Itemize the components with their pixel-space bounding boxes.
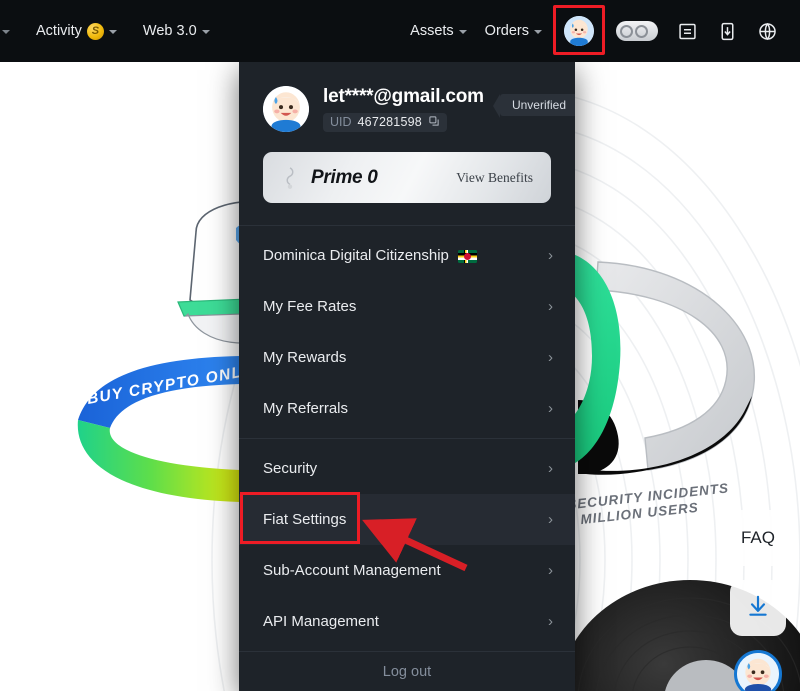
navbar-left-group: Activity S Web 3.0 [0, 22, 210, 40]
screenshot-root: BUY CRYPTO ONLY ON SECURITY INCIDENTS + … [0, 0, 800, 691]
chevron-right-icon: › [548, 298, 553, 316]
chevron-down-icon-activity [108, 30, 117, 34]
menu-item-my-fee-rates[interactable]: My Fee Rates › [239, 281, 575, 332]
uid-chip[interactable]: UID 467281598 [323, 112, 447, 132]
profile-avatar-icon [564, 16, 594, 46]
logout-button[interactable]: Log out [239, 651, 575, 691]
chevron-right-icon: › [548, 613, 553, 631]
dropdown-menu: Dominica Digital Citizenship › My Fee Ra… [239, 225, 575, 651]
globe-language-icon[interactable] [756, 20, 778, 42]
menu-item-fiat-settings[interactable]: Fiat Settings › [239, 494, 575, 546]
faq-button[interactable]: FAQ [730, 510, 786, 566]
nav-item-orders-label: Orders [484, 23, 529, 39]
menu-item-my-referrals[interactable]: My Referrals › [239, 383, 575, 434]
menu-group-settings: Security › Fiat Settings › Sub-Account M… [239, 439, 575, 651]
menu-group-account: Dominica Digital Citizenship › My Fee Ra… [239, 226, 575, 438]
menu-item-label: Fiat Settings [263, 511, 347, 529]
chevron-right-icon: › [548, 247, 553, 265]
chevron-right-icon: › [548, 400, 553, 418]
menu-item-dominica-digital-citizenship[interactable]: Dominica Digital Citizenship › [239, 230, 575, 281]
nav-item-orders[interactable]: Orders [485, 23, 542, 39]
menu-item-sub-account-management[interactable]: Sub-Account Management › [239, 545, 575, 596]
chevron-down-icon-orders [534, 30, 542, 34]
top-navbar: Activity S Web 3.0 Assets Orders [0, 0, 800, 62]
avatar [263, 86, 309, 132]
nav-item-activity[interactable]: Activity S [36, 22, 117, 40]
chevron-right-icon: › [548, 562, 553, 580]
nav-item-web3[interactable]: Web 3.0 [143, 23, 210, 39]
chevron-right-icon: › [548, 511, 553, 529]
support-avatar-icon[interactable] [734, 650, 782, 691]
status-badge: Unverified [492, 94, 575, 118]
nav-item-assets-label: Assets [410, 23, 454, 39]
menu-item-security[interactable]: Security › [239, 443, 575, 494]
menu-item-label: My Rewards [263, 349, 347, 367]
view-benefits-link[interactable]: View Benefits [456, 170, 533, 186]
chevron-right-icon: › [548, 460, 553, 478]
download-app-icon[interactable] [716, 20, 738, 42]
uid-label: UID [330, 115, 352, 130]
coin-icon: S [86, 22, 104, 40]
profile-avatar-button[interactable] [553, 5, 605, 55]
menu-item-my-rewards[interactable]: My Rewards › [239, 332, 575, 383]
chevron-down-icon-web3 [201, 30, 210, 34]
dominica-flag-icon [457, 250, 477, 264]
prime-ribbon-icon [279, 166, 301, 190]
menu-item-label: Sub-Account Management [263, 562, 441, 580]
menu-item-api-management[interactable]: API Management › [239, 596, 575, 647]
menu-item-label: API Management [263, 613, 379, 631]
logout-label: Log out [382, 663, 432, 680]
theme-toggle-value [635, 24, 648, 38]
menu-item-label: My Fee Rates [263, 298, 357, 316]
uid-value: 467281598 [357, 115, 422, 130]
menu-item-label: Security [263, 460, 318, 478]
theme-toggle-knob [620, 24, 633, 38]
profile-dropdown-panel: let****@gmail.com UID 467281598 Unverifi… [239, 62, 575, 691]
download-arrow-icon [745, 593, 771, 624]
prime-title: Prime 0 [311, 166, 378, 188]
nav-item-activity-label: Activity [36, 23, 82, 39]
chevron-down-icon-assets [458, 30, 467, 34]
prime-membership-card[interactable]: Prime 0 View Benefits [263, 152, 551, 204]
nav-item-web3-label: Web 3.0 [142, 23, 197, 39]
menu-item-label: Dominica Digital Citizenship [263, 247, 449, 265]
orders-list-icon[interactable] [676, 20, 698, 42]
theme-toggle-icon[interactable] [616, 21, 658, 41]
nav-item-assets[interactable]: Assets [410, 23, 467, 39]
menu-item-label: My Referrals [263, 400, 349, 418]
user-summary-row: let****@gmail.com UID 467281598 Unverifi… [263, 86, 575, 132]
navbar-right-group: Assets Orders [410, 5, 800, 55]
chevron-down-icon-overflow[interactable] [2, 30, 10, 34]
chevron-right-icon: › [548, 349, 553, 367]
faq-label: FAQ [740, 528, 775, 547]
dropdown-header: let****@gmail.com UID 467281598 Unverifi… [239, 62, 575, 132]
right-floating-rail: FAQ [730, 510, 786, 691]
copy-icon[interactable] [428, 115, 440, 130]
download-button[interactable] [730, 580, 786, 636]
